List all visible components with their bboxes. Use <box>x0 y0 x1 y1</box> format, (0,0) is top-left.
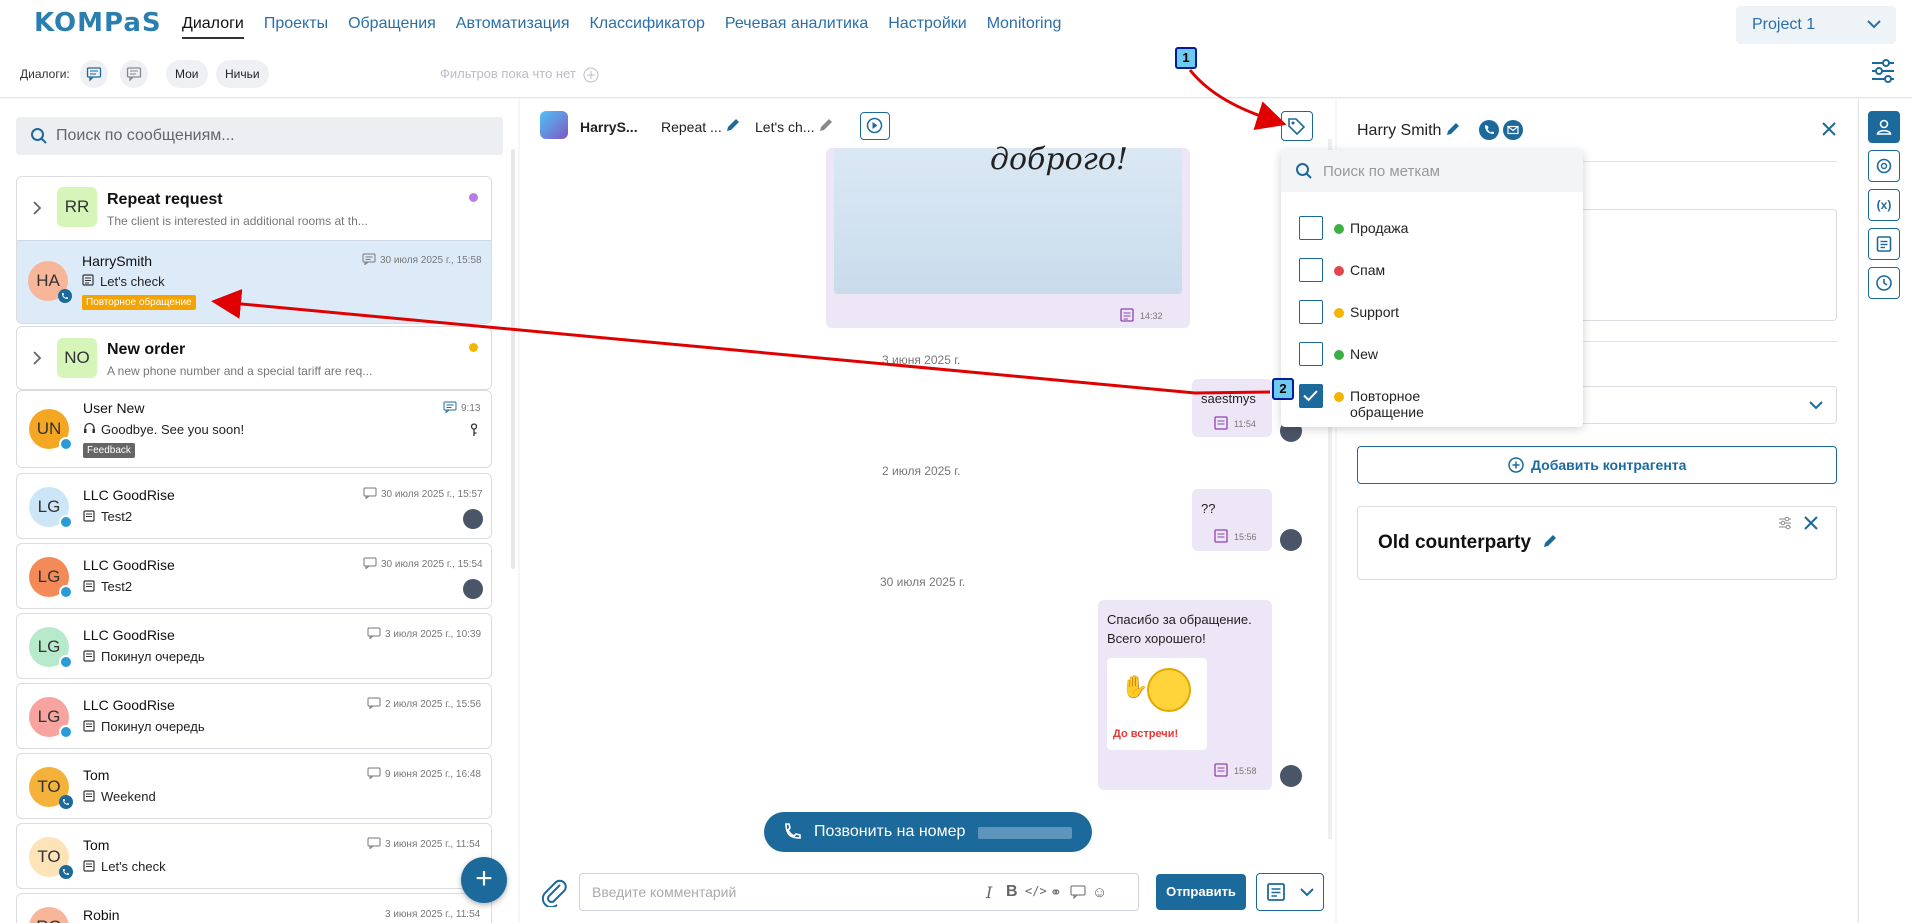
annotation-arrow-2 <box>211 289 1271 395</box>
annotation-arrows <box>211 69 1287 395</box>
annotation-marker-1: 1 <box>1175 47 1197 69</box>
annotation-marker-2: 2 <box>1272 378 1294 400</box>
annotation-arrow-1 <box>1188 69 1287 130</box>
